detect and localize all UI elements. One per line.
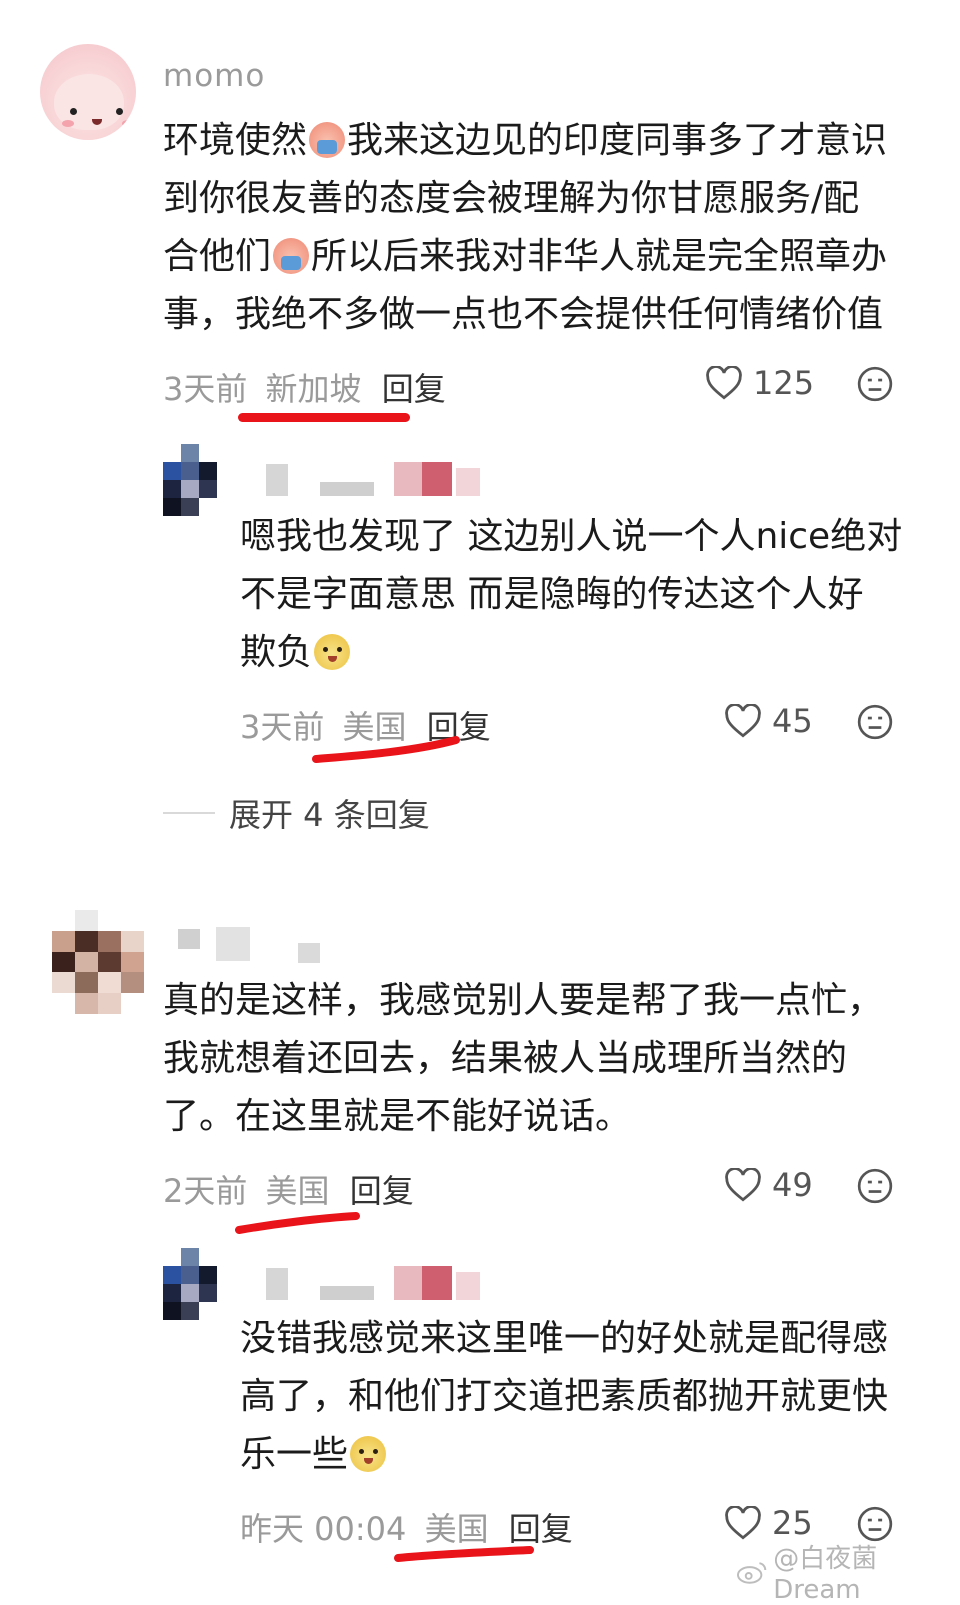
like-button[interactable]: 25 <box>724 1504 813 1542</box>
annotation-underline <box>235 1212 360 1234</box>
heart-outline-icon <box>706 366 742 400</box>
comment-text: 环境使然 我来这边见的印度同事多了才意识 到你很友善的态度会被理解为你甘愿服务/配… <box>163 120 888 335</box>
comment-text: 真的是这样，我感觉别人要是帮了我一点忙， 我就想着还回去，结果被人当成理所当然的… <box>163 980 884 1137</box>
expand-replies-button[interactable]: 展开 4 条回复 <box>163 790 430 836</box>
reply-button[interactable]: 回复 <box>382 370 446 408</box>
comment-meta: 3天前 新加坡 回复 <box>163 364 446 410</box>
timestamp: 昨天 00:04 <box>240 1510 407 1548</box>
avatar[interactable] <box>40 44 136 140</box>
heart-outline-icon <box>725 1506 761 1540</box>
like-count: 25 <box>772 1504 813 1542</box>
crying-emoji-icon <box>309 122 346 158</box>
dislike-face-icon[interactable] <box>856 365 894 403</box>
location: 美国 <box>265 1172 330 1210</box>
comment-meta: 2天前 美国 回复 <box>163 1166 414 1212</box>
dislike-face-icon[interactable] <box>856 703 894 741</box>
username-blurred[interactable] <box>260 1264 490 1304</box>
crying-emoji-icon <box>273 238 310 274</box>
username[interactable]: momo <box>163 58 265 94</box>
dog-emoji-icon <box>314 634 351 670</box>
annotation-underline <box>238 413 410 422</box>
like-count: 49 <box>772 1166 813 1204</box>
dog-emoji-icon <box>350 1436 387 1472</box>
like-count: 45 <box>772 702 813 740</box>
username-blurred[interactable] <box>260 460 490 500</box>
weibo-logo-icon <box>736 1561 767 1584</box>
dislike-face-icon[interactable] <box>856 1167 894 1205</box>
like-button[interactable]: 45 <box>724 702 813 740</box>
like-button[interactable]: 125 <box>705 364 814 402</box>
location: 新加坡 <box>265 370 362 408</box>
avatar[interactable] <box>52 910 144 1014</box>
annotation-underline <box>394 1546 534 1562</box>
reply-button[interactable]: 回复 <box>350 1172 414 1210</box>
divider <box>163 812 215 814</box>
username-blurred[interactable] <box>170 925 340 965</box>
annotation-underline <box>312 736 460 763</box>
timestamp: 3天前 <box>163 370 248 408</box>
avatar[interactable] <box>163 1248 235 1320</box>
watermark: @白夜菌Dream <box>736 1538 960 1605</box>
like-count: 125 <box>753 364 815 402</box>
avatar[interactable] <box>163 444 235 516</box>
like-button[interactable]: 49 <box>724 1166 813 1204</box>
comment-text: 没错我感觉来这里唯一的好处就是配得感 高了，和他们打交道把素质都抛开就更快 乐一… <box>240 1318 889 1475</box>
comment-text: 嗯我也发现了 这边别人说一个人nice绝对 不是字面意思 而是隐晦的传达这个人好… <box>240 516 903 673</box>
heart-outline-icon <box>725 704 761 738</box>
timestamp: 2天前 <box>163 1172 248 1210</box>
heart-outline-icon <box>725 1168 761 1202</box>
